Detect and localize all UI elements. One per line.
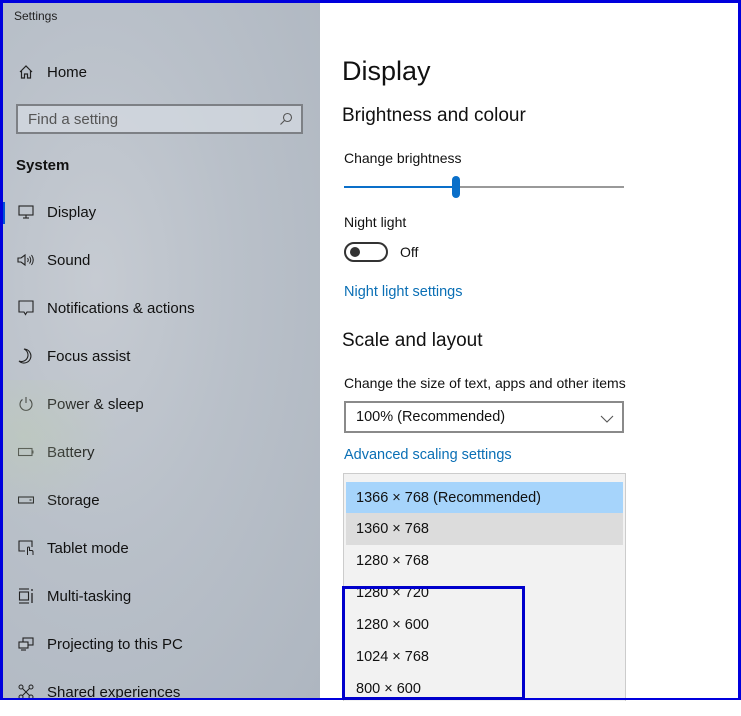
- sidebar: Settings Home System Display Sound Notif…: [0, 0, 320, 701]
- search-box[interactable]: [16, 104, 303, 134]
- projecting-icon: [16, 634, 36, 654]
- sidebar-item-tablet-mode[interactable]: Tablet mode: [0, 524, 320, 572]
- sound-icon: [16, 250, 36, 270]
- night-light-label: Night light: [344, 214, 407, 230]
- notifications-icon: [16, 298, 36, 318]
- chevron-down-icon: [600, 411, 614, 429]
- scale-label: Change the size of text, apps and other …: [344, 375, 626, 391]
- sidebar-item-notifications[interactable]: Notifications & actions: [0, 284, 320, 332]
- sidebar-item-label: Multi-tasking: [47, 587, 132, 605]
- slider-fill: [344, 186, 456, 188]
- home-nav-item[interactable]: Home: [16, 62, 87, 82]
- page-title: Display: [342, 56, 431, 86]
- main-content: Display Brightness and colour Change bri…: [320, 0, 741, 701]
- advanced-scaling-link[interactable]: Advanced scaling settings: [344, 447, 512, 463]
- sidebar-item-multitasking[interactable]: Multi-tasking: [0, 572, 320, 620]
- sidebar-item-label: Storage: [47, 491, 100, 509]
- group-title: System: [16, 157, 70, 174]
- moon-icon: [16, 346, 36, 366]
- multitasking-icon: [16, 586, 36, 606]
- storage-icon: [16, 490, 36, 510]
- resolution-option[interactable]: 800 × 600: [344, 673, 625, 701]
- search-input[interactable]: [18, 109, 280, 129]
- sidebar-item-battery[interactable]: Battery: [0, 428, 320, 476]
- shared-experiences-icon: [16, 682, 36, 702]
- tablet-mode-icon: [16, 538, 36, 558]
- resolution-dropdown-list[interactable]: 1366 × 768 (Recommended) 1360 × 768 1280…: [343, 473, 626, 701]
- search-icon[interactable]: [279, 112, 293, 131]
- sidebar-item-label: Focus assist: [47, 347, 131, 365]
- sidebar-item-display[interactable]: Display: [0, 188, 320, 236]
- sidebar-item-power-sleep[interactable]: Power & sleep: [0, 380, 320, 428]
- app-title: Settings: [14, 9, 58, 23]
- resolution-option[interactable]: 1280 × 600: [344, 609, 625, 641]
- brightness-slider[interactable]: [344, 176, 624, 198]
- sidebar-item-projecting[interactable]: Projecting to this PC: [0, 620, 320, 668]
- scale-select-value: 100% (Recommended): [356, 409, 506, 425]
- sidebar-item-shared-experiences[interactable]: Shared experiences: [0, 668, 320, 716]
- home-label: Home: [47, 63, 88, 81]
- resolution-option[interactable]: 1024 × 768: [344, 641, 625, 673]
- resolution-option[interactable]: 1280 × 768: [344, 545, 625, 577]
- sidebar-item-label: Tablet mode: [47, 539, 129, 557]
- sidebar-item-label: Shared experiences: [47, 683, 181, 701]
- sidebar-item-storage[interactable]: Storage: [0, 476, 320, 524]
- slider-thumb[interactable]: [452, 176, 460, 198]
- battery-icon: [16, 442, 36, 462]
- resolution-option[interactable]: 1360 × 768: [346, 513, 623, 545]
- sidebar-nav: Display Sound Notifications & actions Fo…: [0, 188, 320, 716]
- sidebar-item-sound[interactable]: Sound: [0, 236, 320, 284]
- sidebar-item-label: Display: [47, 203, 97, 221]
- scale-section-title: Scale and layout: [342, 330, 483, 351]
- night-light-state: Off: [400, 244, 419, 260]
- night-light-toggle[interactable]: [344, 242, 388, 262]
- sidebar-item-label: Battery: [47, 443, 95, 461]
- resolution-option[interactable]: 1366 × 768 (Recommended): [346, 482, 623, 513]
- brightness-label: Change brightness: [344, 150, 462, 166]
- scale-select[interactable]: 100% (Recommended): [344, 401, 624, 433]
- sidebar-item-label: Projecting to this PC: [47, 635, 183, 653]
- sidebar-item-label: Power & sleep: [47, 395, 144, 413]
- home-icon: [16, 62, 36, 82]
- sidebar-item-label: Sound: [47, 251, 91, 269]
- sidebar-item-label: Notifications & actions: [47, 299, 195, 317]
- sidebar-item-focus-assist[interactable]: Focus assist: [0, 332, 320, 380]
- night-light-settings-link[interactable]: Night light settings: [344, 284, 462, 300]
- display-icon: [16, 202, 36, 222]
- power-icon: [16, 394, 36, 414]
- resolution-option[interactable]: 1280 × 720: [344, 577, 625, 609]
- toggle-knob: [350, 247, 360, 257]
- brightness-section-title: Brightness and colour: [342, 105, 526, 126]
